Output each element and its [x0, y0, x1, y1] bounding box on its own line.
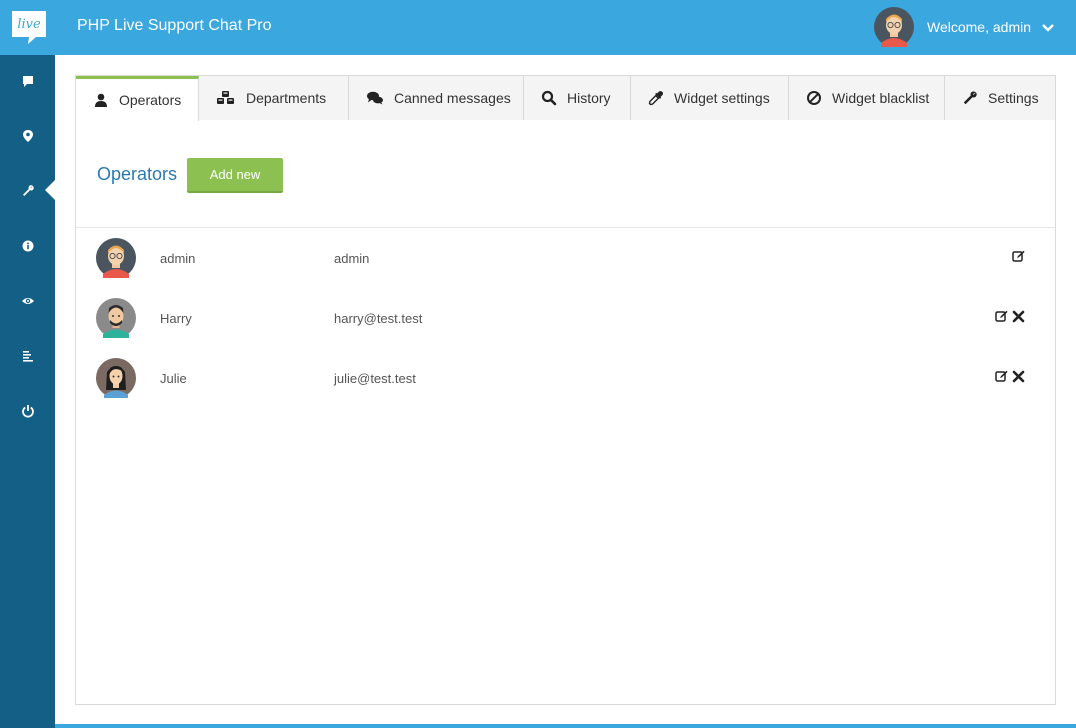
- tab-canned-messages[interactable]: Canned messages: [349, 76, 524, 120]
- active-indicator: [45, 180, 55, 200]
- tab-label: Widget blacklist: [832, 90, 930, 106]
- wrench-icon: [963, 91, 977, 105]
- edit-icon[interactable]: [1012, 250, 1025, 263]
- info-icon: [22, 240, 33, 252]
- app-title: PHP Live Support Chat Pro: [77, 17, 272, 34]
- delete-icon[interactable]: [1012, 310, 1025, 323]
- row-actions: [1012, 250, 1025, 263]
- admin-avatar: [874, 7, 914, 47]
- main-panel: Operators Departments Canned messages Hi…: [75, 75, 1056, 705]
- map-marker-icon: [22, 130, 33, 142]
- operator-email: admin: [334, 251, 370, 266]
- tab-label: Widget settings: [674, 90, 770, 106]
- operator-name: admin: [160, 251, 196, 266]
- cubes-icon: [217, 91, 234, 104]
- admin-avatar: [96, 238, 136, 278]
- list-icon: [22, 351, 33, 362]
- tab-widget-blacklist[interactable]: Widget blacklist: [789, 76, 945, 120]
- ban-icon: [807, 91, 821, 105]
- sidebar-item-reports[interactable]: [0, 336, 55, 376]
- top-bar: live PHP Live Support Chat Pro Welcome, …: [0, 0, 1076, 55]
- operator-email: julie@test.test: [334, 371, 416, 386]
- svg-text:live: live: [17, 17, 41, 32]
- table-row: Julie julie@test.test: [76, 348, 1055, 408]
- harry-avatar: [96, 298, 136, 338]
- row-actions: [995, 310, 1025, 323]
- tab-label: Operators: [119, 92, 182, 108]
- live-logo[interactable]: live: [10, 9, 48, 45]
- table-row: Harry harry@test.test: [76, 288, 1055, 348]
- operator-name: Julie: [160, 371, 187, 386]
- add-new-button[interactable]: Add new: [187, 158, 283, 193]
- tab-label: Departments: [246, 90, 327, 106]
- sidebar-item-info[interactable]: [0, 226, 55, 266]
- tab-departments[interactable]: Departments: [199, 76, 349, 120]
- user-icon: [95, 93, 107, 107]
- tab-history[interactable]: History: [524, 76, 631, 120]
- sidebar: [0, 55, 55, 728]
- tab-bar: Operators Departments Canned messages Hi…: [76, 76, 1055, 121]
- chat-icon: [22, 76, 33, 87]
- edit-icon[interactable]: [995, 370, 1008, 383]
- welcome-text: Welcome, admin: [927, 19, 1032, 35]
- sidebar-item-logout[interactable]: [0, 391, 55, 431]
- comments-icon: [367, 91, 383, 105]
- user-menu[interactable]: Welcome, admin: [866, 0, 1076, 55]
- tab-operators[interactable]: Operators: [76, 76, 199, 121]
- edit-icon[interactable]: [995, 310, 1008, 323]
- tab-label: Settings: [988, 90, 1039, 106]
- chevron-down-icon[interactable]: [1042, 23, 1054, 33]
- wrench-icon: [22, 185, 34, 196]
- row-actions: [995, 370, 1025, 383]
- section-title: Operators: [97, 164, 178, 184]
- sidebar-item-monitor[interactable]: [0, 281, 55, 321]
- tab-settings[interactable]: Settings: [945, 76, 1055, 120]
- search-icon: [541, 90, 557, 106]
- eyedropper-icon: [648, 91, 663, 106]
- tab-label: History: [567, 90, 611, 106]
- table-row: admin admin: [76, 228, 1055, 288]
- sidebar-item-map[interactable]: [0, 116, 55, 156]
- delete-icon[interactable]: [1012, 370, 1025, 383]
- julie-avatar: [96, 358, 136, 398]
- power-icon: [21, 405, 34, 418]
- operator-email: harry@test.test: [334, 311, 423, 326]
- operator-name: Harry: [160, 311, 192, 326]
- eye-icon: [21, 298, 34, 304]
- bottom-strip: [55, 724, 1076, 728]
- sidebar-item-chat[interactable]: [0, 61, 55, 101]
- tab-widget-settings[interactable]: Widget settings: [631, 76, 789, 120]
- tab-label: Canned messages: [394, 90, 511, 106]
